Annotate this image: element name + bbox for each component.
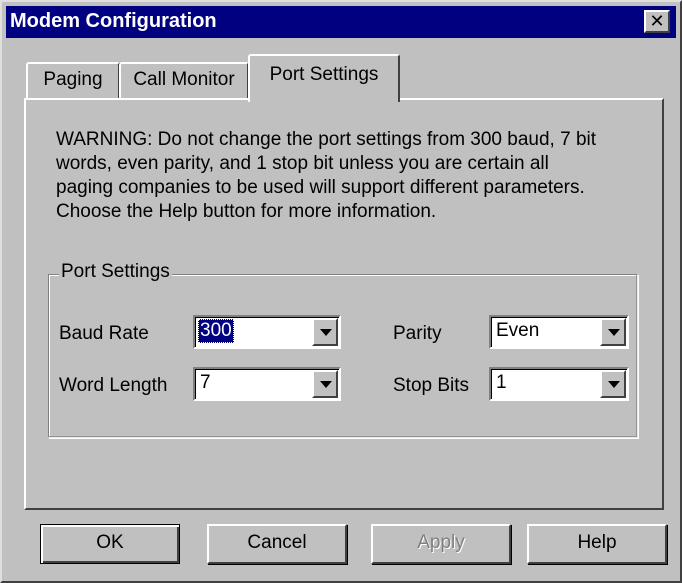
cancel-button[interactable]: Cancel <box>207 524 347 564</box>
parity-select[interactable]: Even <box>489 315 629 349</box>
tab-paging[interactable]: Paging <box>26 62 120 98</box>
word-length-value: 7 <box>200 372 211 393</box>
tab-label: Port Settings <box>269 64 379 85</box>
chevron-down-icon[interactable] <box>600 370 626 398</box>
baud-rate-select[interactable]: 300 <box>193 315 341 349</box>
parity-label: Parity <box>393 323 442 344</box>
port-settings-group: Port Settings Baud Rate 300 Parity Even … <box>48 261 638 438</box>
tab-label: Paging <box>43 69 103 90</box>
close-icon: ✕ <box>649 11 665 31</box>
apply-button[interactable]: Apply <box>371 524 511 564</box>
title-bar[interactable]: Modem Configuration ✕ <box>6 6 676 38</box>
modem-configuration-dialog: Modem Configuration ✕ Paging Call Monito… <box>0 0 682 583</box>
stop-bits-value: 1 <box>496 372 507 393</box>
warning-text: WARNING: Do not change the port settings… <box>56 128 656 224</box>
tab-label: Call Monitor <box>133 69 235 90</box>
word-length-label: Word Length <box>59 375 168 396</box>
baud-rate-label: Baud Rate <box>59 323 149 344</box>
parity-value: Even <box>496 320 540 341</box>
warning-line: WARNING: Do not change the port settings… <box>56 129 597 150</box>
tab-port-settings[interactable]: Port Settings <box>248 54 400 102</box>
word-length-select[interactable]: 7 <box>193 367 341 401</box>
chevron-down-icon[interactable] <box>312 370 338 398</box>
warning-line: Choose the Help button for more informat… <box>56 201 437 222</box>
group-label: Port Settings <box>59 261 172 283</box>
close-button[interactable]: ✕ <box>644 10 670 33</box>
warning-line: paging companies to be used will support… <box>56 177 585 198</box>
help-button[interactable]: Help <box>527 524 667 564</box>
warning-line: words, even parity, and 1 stop bit unles… <box>56 153 549 174</box>
tab-call-monitor[interactable]: Call Monitor <box>119 62 249 98</box>
chevron-down-icon[interactable] <box>312 318 338 346</box>
chevron-down-icon[interactable] <box>600 318 626 346</box>
stop-bits-label: Stop Bits <box>393 375 470 396</box>
baud-rate-value: 300 <box>198 319 234 343</box>
stop-bits-select[interactable]: 1 <box>489 367 629 401</box>
window-title: Modem Configuration <box>10 10 217 32</box>
port-settings-panel: WARNING: Do not change the port settings… <box>24 98 664 510</box>
ok-button[interactable]: OK <box>40 524 180 564</box>
